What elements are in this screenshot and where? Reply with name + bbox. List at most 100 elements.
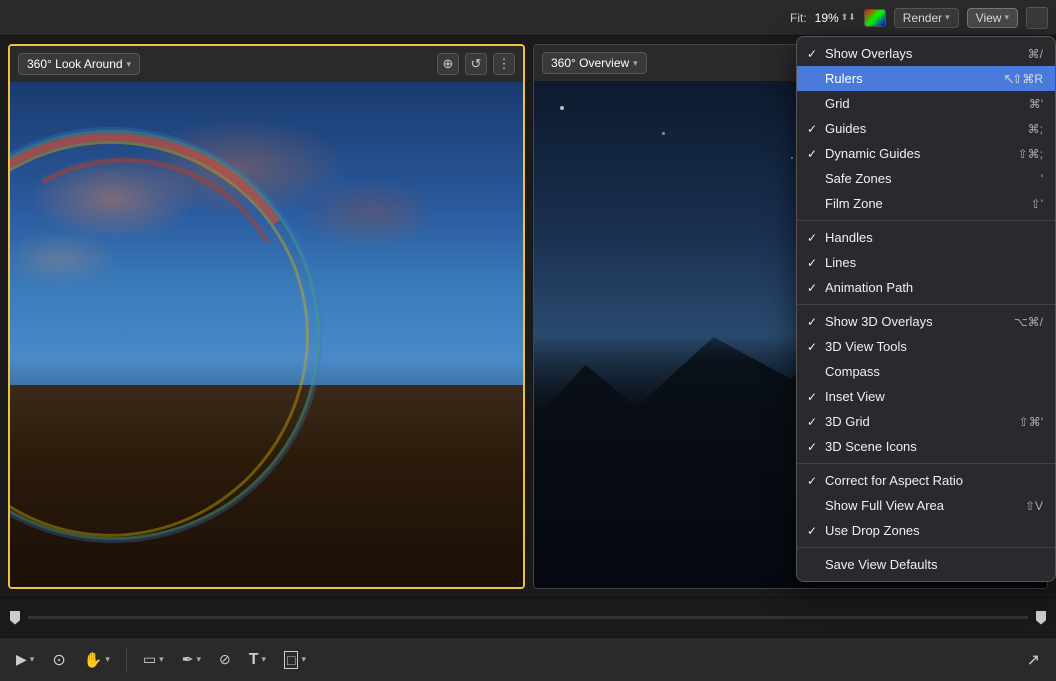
menu-item-3d-grid[interactable]: ✓3D Grid ⇧⌘' [797, 409, 1055, 434]
star-2 [662, 132, 665, 135]
orbit-tool-button[interactable]: ⊙ [46, 646, 71, 674]
text-chevron: ▾ [261, 654, 266, 665]
timeline-start-marker[interactable] [10, 611, 20, 625]
top-bar: Fit: 19% ⬆⬇ Render ▾ View ▾ ✓Show Overla… [0, 0, 1056, 36]
rotate-icon-btn[interactable]: ↺ [465, 53, 487, 75]
menu-separator [797, 304, 1055, 305]
pen-chevron: ▾ [196, 654, 201, 665]
mask-icon: ▭ [143, 651, 156, 668]
orbit-icon: ⊙ [52, 650, 65, 670]
hand-icon: ✋ [84, 651, 103, 669]
menu-item-safe-zones[interactable]: Safe Zones ' [797, 166, 1055, 191]
right-view-selector[interactable]: 360° Overview ▾ [542, 52, 647, 74]
menu-item-shortcut-grid: ⌘' [1029, 97, 1043, 111]
left-selector-chevron: ▾ [127, 59, 132, 70]
menu-item-label-film-zone: Film Zone [825, 196, 1011, 211]
menu-item-check-lines: ✓ [807, 256, 825, 270]
shape-tool-button[interactable]: □ ▾ [278, 647, 312, 673]
menu-item-compass[interactable]: Compass [797, 359, 1055, 384]
bottom-toolbar: ▶ ▾ ⊙ ✋ ▾ ▭ ▾ ✒ ▾ ⊘ T ▾ □ ▾ ↗ [0, 637, 1056, 681]
resize-icon: ↗ [1027, 650, 1040, 670]
menu-separator [797, 463, 1055, 464]
menu-item-label-rulers: Rulers [825, 71, 992, 86]
more-icon-btn[interactable]: ⋮ [493, 53, 515, 75]
menu-item-label-show-full-view: Show Full View Area [825, 498, 1005, 513]
menu-item-inset-view[interactable]: ✓Inset View [797, 384, 1055, 409]
menu-item-label-3d-view-tools: 3D View Tools [825, 339, 1043, 354]
menu-item-label-show-3d-overlays: Show 3D Overlays [825, 314, 994, 329]
menu-item-label-3d-grid: 3D Grid [825, 414, 999, 429]
menu-item-shortcut-dynamic-guides: ⇧⌘; [1018, 147, 1043, 161]
timeline-bar [0, 597, 1056, 637]
left-landscape [10, 82, 523, 587]
left-viewer-icons: ⊕ ↺ ⋮ [437, 53, 515, 75]
view-chevron: ▾ [1004, 12, 1009, 23]
hand-chevron: ▾ [105, 654, 110, 665]
render-chevron: ▾ [945, 12, 950, 23]
menu-item-dynamic-guides[interactable]: ✓Dynamic Guides ⇧⌘; [797, 141, 1055, 166]
menu-item-check-handles: ✓ [807, 231, 825, 245]
menu-item-label-grid: Grid [825, 96, 1009, 111]
menu-item-label-handles: Handles [825, 230, 1043, 245]
menu-item-check-dynamic-guides: ✓ [807, 147, 825, 161]
menu-item-label-save-view-defaults: Save View Defaults [825, 557, 1043, 572]
view-dropdown: ✓Show Overlays⌘/Rulers↖⇧⌘R Grid ⌘' ✓Guides⌘… [796, 36, 1056, 582]
menu-item-animation-path[interactable]: ✓Animation Path [797, 275, 1055, 300]
text-tool-button[interactable]: T ▾ [243, 647, 272, 673]
menu-item-grid[interactable]: Grid ⌘' [797, 91, 1055, 116]
mask-tool-button[interactable]: ▭ ▾ [137, 647, 170, 672]
brush-tool-button[interactable]: ⊘ [213, 647, 237, 672]
menu-item-show-overlays[interactable]: ✓Show Overlays⌘/ [797, 41, 1055, 66]
menu-item-check-inset-view: ✓ [807, 390, 825, 404]
menu-item-guides[interactable]: ✓Guides⌘; [797, 116, 1055, 141]
brush-icon: ⊘ [219, 651, 231, 668]
timeline-track[interactable] [28, 616, 1028, 619]
select-chevron: ▾ [30, 654, 35, 665]
menu-item-check-show-3d-overlays: ✓ [807, 315, 825, 329]
menu-item-handles[interactable]: ✓Handles [797, 225, 1055, 250]
cloud-layer [10, 107, 523, 410]
move-icon-btn[interactable]: ⊕ [437, 53, 459, 75]
menu-item-3d-scene-icons[interactable]: ✓3D Scene Icons [797, 434, 1055, 459]
menu-item-label-animation-path: Animation Path [825, 280, 1043, 295]
shape-chevron: ▾ [301, 654, 306, 665]
shape-icon: □ [284, 651, 298, 669]
render-button[interactable]: Render ▾ [894, 8, 959, 28]
menu-item-rulers[interactable]: Rulers↖⇧⌘R [797, 66, 1055, 91]
menu-item-save-view-defaults[interactable]: Save View Defaults [797, 552, 1055, 577]
menu-item-shortcut-3d-grid: ⇧⌘' [1019, 415, 1043, 429]
left-view-selector[interactable]: 360° Look Around ▾ [18, 53, 140, 75]
menu-item-check-guides: ✓ [807, 122, 825, 136]
menu-separator [797, 547, 1055, 548]
menu-item-shortcut-guides: ⌘; [1028, 122, 1043, 136]
menu-item-correct-aspect-ratio[interactable]: ✓Correct for Aspect Ratio [797, 468, 1055, 493]
menu-item-label-use-drop-zones: Use Drop Zones [825, 523, 1043, 538]
view-button[interactable]: View ▾ [967, 8, 1018, 28]
menu-item-check-animation-path: ✓ [807, 281, 825, 295]
menu-item-check-show-overlays: ✓ [807, 47, 825, 61]
view-menu: ✓Show Overlays⌘/Rulers↖⇧⌘R Grid ⌘' ✓Guides⌘… [796, 36, 1056, 582]
menu-item-label-lines: Lines [825, 255, 1043, 270]
menu-item-use-drop-zones[interactable]: ✓Use Drop Zones [797, 518, 1055, 543]
star-3 [791, 157, 793, 159]
resize-tool-button[interactable]: ↗ [1021, 646, 1046, 674]
timeline-end-marker[interactable] [1036, 611, 1046, 625]
menu-item-check-3d-grid: ✓ [807, 415, 825, 429]
color-swatch[interactable] [864, 9, 886, 27]
select-tool-button[interactable]: ▶ ▾ [10, 647, 40, 672]
mask-chevron: ▾ [159, 654, 164, 665]
menu-item-film-zone[interactable]: Film Zone⇧' [797, 191, 1055, 216]
view-options-button[interactable] [1026, 7, 1048, 29]
menu-item-shortcut-safe-zones: ' [1041, 172, 1043, 186]
menu-item-lines[interactable]: ✓Lines [797, 250, 1055, 275]
menu-item-show-full-view[interactable]: Show Full View Area⇧V [797, 493, 1055, 518]
menu-item-label-inset-view: Inset View [825, 389, 1043, 404]
pen-tool-button[interactable]: ✒ ▾ [176, 647, 207, 672]
menu-item-label-dynamic-guides: Dynamic Guides [825, 146, 998, 161]
menu-item-show-3d-overlays[interactable]: ✓Show 3D Overlays ⌥⌘/ [797, 309, 1055, 334]
star-1 [560, 106, 564, 110]
hand-tool-button[interactable]: ✋ ▾ [78, 647, 116, 673]
menu-item-label-safe-zones: Safe Zones [825, 171, 1021, 186]
menu-item-3d-view-tools[interactable]: ✓3D View Tools [797, 334, 1055, 359]
menu-item-shortcut-show-3d-overlays: ⌥⌘/ [1014, 315, 1043, 329]
